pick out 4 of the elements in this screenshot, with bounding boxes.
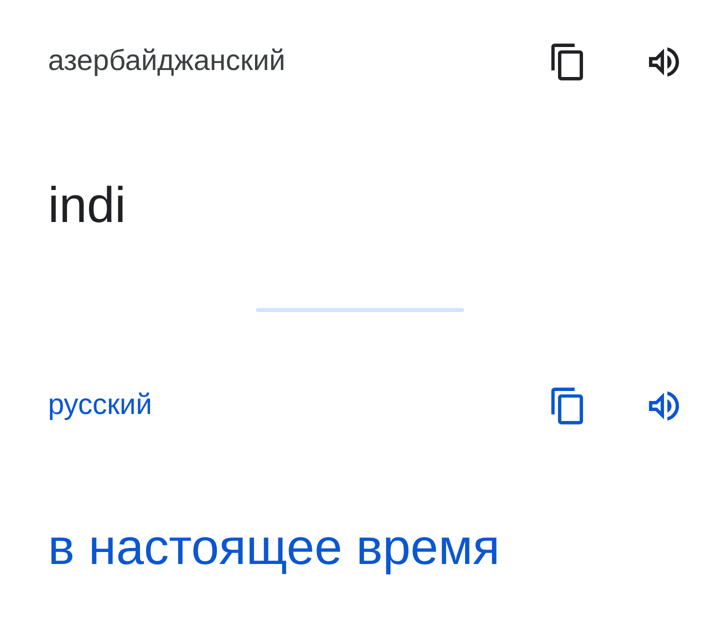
source-text: indi (48, 180, 127, 230)
language-label: азербайджанский (48, 44, 286, 80)
language-label: русский (48, 388, 152, 424)
translation-text: в настоящее время (48, 522, 501, 572)
